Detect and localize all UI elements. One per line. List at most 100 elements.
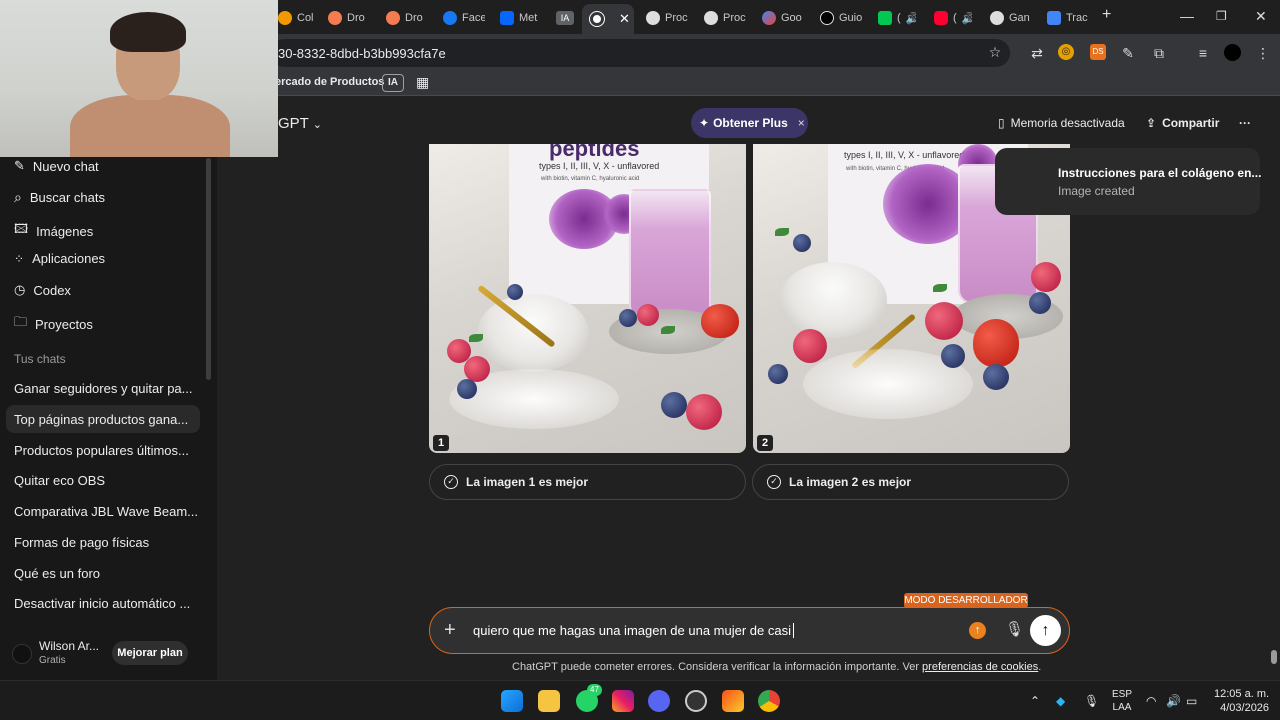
browser-tab[interactable]: Guio bbox=[820, 6, 862, 30]
browser-tab[interactable]: Met bbox=[500, 6, 542, 30]
browser-menu-icon[interactable]: ⋮ bbox=[1254, 44, 1272, 62]
avatar[interactable] bbox=[12, 644, 32, 664]
send-button[interactable]: ↑ bbox=[1030, 615, 1061, 646]
language-indicator[interactable]: ESP LAA bbox=[1112, 688, 1132, 714]
message-input[interactable]: quiero que me hagas una imagen de una mu… bbox=[473, 623, 794, 638]
file-explorer-icon[interactable] bbox=[538, 690, 560, 712]
eyedropper-icon[interactable]: ✎ bbox=[1119, 44, 1137, 62]
sidebar-item-codex[interactable]: ◷ Codex bbox=[14, 282, 71, 298]
tab-favicon-icon: IA bbox=[556, 11, 574, 25]
extension-icon[interactable]: ◎ bbox=[1058, 44, 1074, 60]
bookmark-badge[interactable]: IA bbox=[382, 74, 404, 92]
smoothie-glass bbox=[629, 189, 711, 319]
more-options-icon[interactable]: ··· bbox=[1239, 116, 1251, 130]
browser-tab[interactable]: Dro bbox=[386, 6, 428, 30]
chat-history-item[interactable]: Qué es un foro bbox=[14, 566, 100, 581]
sidebar-item-search[interactable]: ⌕ Buscar chats bbox=[14, 189, 105, 206]
media-control-icon[interactable]: ≡ bbox=[1194, 44, 1212, 62]
blueberry bbox=[983, 364, 1009, 390]
browser-tab[interactable]: Col bbox=[278, 6, 318, 30]
page-scrollbar[interactable] bbox=[1271, 650, 1277, 664]
add-attachment-icon[interactable]: + bbox=[444, 619, 456, 642]
share-button[interactable]: ⇪ Compartir bbox=[1146, 116, 1219, 130]
battery-icon[interactable]: ▭ bbox=[1186, 694, 1197, 708]
close-icon[interactable]: × bbox=[798, 116, 805, 130]
chat-history-item-selected[interactable]: Top páginas productos gana... bbox=[6, 405, 200, 433]
chat-history-item[interactable]: Ganar seguidores y quitar pa... bbox=[14, 381, 193, 396]
whatsapp-badge: 47 bbox=[587, 684, 602, 696]
app-icon[interactable] bbox=[722, 690, 744, 712]
prefer-image-2-button[interactable]: ✓ La imagen 2 es mejor bbox=[752, 464, 1069, 500]
sidebar-item-apps[interactable]: ⁘ Aplicaciones bbox=[14, 251, 105, 266]
browser-tab[interactable]: Proc bbox=[646, 6, 690, 30]
bookmark-item[interactable]: ercado de Productos bbox=[275, 76, 384, 88]
url-field[interactable]: 30-8332-8dbd-b3bb993cfa7e bbox=[270, 39, 1010, 67]
wifi-icon[interactable]: ◠ bbox=[1146, 694, 1156, 708]
tab-favicon-icon bbox=[328, 11, 342, 25]
start-icon[interactable] bbox=[501, 690, 523, 712]
instagram-icon[interactable] bbox=[612, 690, 634, 712]
upgrade-plan-button[interactable]: Mejorar plan bbox=[112, 641, 188, 665]
image-number-badge: 2 bbox=[757, 435, 773, 451]
minimize-button[interactable]: — bbox=[1180, 8, 1194, 24]
browser-tab[interactable]: Goo bbox=[762, 6, 804, 30]
sidebar-item-projects[interactable]: 🗀 Proyectos bbox=[14, 313, 93, 335]
model-selector[interactable]: GPT ⌄ bbox=[278, 115, 322, 132]
blueberry bbox=[661, 392, 687, 418]
browser-tab[interactable]: IA bbox=[556, 6, 578, 30]
translate-icon[interactable]: ⇄ bbox=[1028, 44, 1046, 62]
webcam-overlay bbox=[0, 0, 278, 157]
upload-extension-icon[interactable]: ↑ bbox=[969, 622, 986, 639]
volume-icon[interactable]: 🔊 bbox=[1166, 694, 1181, 708]
discord-icon[interactable] bbox=[648, 690, 670, 712]
image-created-toast[interactable]: Instrucciones para el colágeno en... Ima… bbox=[995, 148, 1262, 215]
tray-app-icon[interactable]: ◆ bbox=[1056, 694, 1065, 708]
browser-tab[interactable]: (🔊 bbox=[934, 6, 972, 30]
codex-icon: ◷ bbox=[14, 282, 26, 297]
generated-image-1[interactable]: peptides types I, II, III, V, X - unflav… bbox=[429, 144, 746, 453]
chat-history-item[interactable]: Quitar eco OBS bbox=[14, 473, 105, 488]
apps-grid-icon[interactable]: ▦ bbox=[416, 74, 429, 91]
chat-history-item[interactable]: Formas de pago físicas bbox=[14, 535, 149, 550]
image-number-badge: 1 bbox=[433, 435, 449, 451]
browser-tab[interactable]: Face bbox=[443, 6, 485, 30]
extensions-puzzle-icon[interactable]: ⧉ bbox=[1150, 44, 1168, 62]
chat-history-item[interactable]: Comparativa JBL Wave Beam... bbox=[14, 504, 198, 519]
restore-button[interactable]: ❐ bbox=[1216, 9, 1227, 23]
browser-tab[interactable]: Dro bbox=[328, 6, 370, 30]
toast-title: Instrucciones para el colágeno en... bbox=[1058, 166, 1262, 180]
obs-icon[interactable] bbox=[685, 690, 707, 712]
new-tab-button[interactable]: + bbox=[1102, 6, 1111, 24]
message-composer[interactable]: + quiero que me hagas una imagen de una … bbox=[429, 607, 1070, 654]
browser-tab-active[interactable]: ✕ bbox=[582, 4, 634, 34]
bookmark-star-icon[interactable]: ☆ bbox=[986, 43, 1004, 61]
facebook-icon bbox=[443, 11, 457, 25]
chrome-icon[interactable] bbox=[758, 690, 780, 712]
toast-subtitle: Image created bbox=[1058, 184, 1135, 198]
extension-icon[interactable]: DS bbox=[1090, 44, 1106, 60]
apps-icon: ⁘ bbox=[14, 251, 25, 266]
chat-history-item[interactable]: Desactivar inicio automático ... bbox=[14, 596, 190, 611]
browser-tab[interactable]: Proc bbox=[704, 6, 748, 30]
sidebar-item-images[interactable]: 🖾 Imágenes bbox=[14, 220, 93, 242]
sidebar-item-new-chat[interactable]: ✎ Nuevo chat bbox=[14, 158, 99, 174]
profile-avatar[interactable] bbox=[1224, 44, 1241, 61]
chat-history-item[interactable]: Productos populares últimos... bbox=[14, 443, 189, 458]
system-clock[interactable]: 12:05 a. m. 4/03/2026 bbox=[1214, 687, 1269, 715]
browser-tab[interactable]: Trac bbox=[1047, 6, 1091, 30]
prefer-image-1-button[interactable]: ✓ La imagen 1 es mejor bbox=[429, 464, 746, 500]
cookie-preferences-link[interactable]: preferencias de cookies bbox=[922, 661, 1038, 673]
microphone-icon[interactable]: 🎙 bbox=[1005, 620, 1024, 638]
close-tab-icon[interactable]: ✕ bbox=[619, 11, 630, 27]
microphone-icon[interactable]: 🎙 bbox=[1084, 694, 1099, 708]
blueberry bbox=[619, 309, 637, 327]
memory-status[interactable]: ▯ Memoria desactivada bbox=[998, 116, 1125, 130]
blueberry bbox=[507, 284, 523, 300]
chevron-up-icon[interactable]: ⌃ bbox=[1030, 694, 1040, 708]
get-plus-button[interactable]: ✦ Obtener Plus × bbox=[691, 108, 808, 138]
user-name[interactable]: Wilson Ar... bbox=[39, 639, 99, 653]
sidebar-scrollbar[interactable] bbox=[206, 158, 211, 380]
browser-tab[interactable]: Gan bbox=[990, 6, 1030, 30]
browser-tab[interactable]: (🔊 bbox=[878, 6, 916, 30]
close-window-button[interactable]: ✕ bbox=[1255, 8, 1267, 25]
